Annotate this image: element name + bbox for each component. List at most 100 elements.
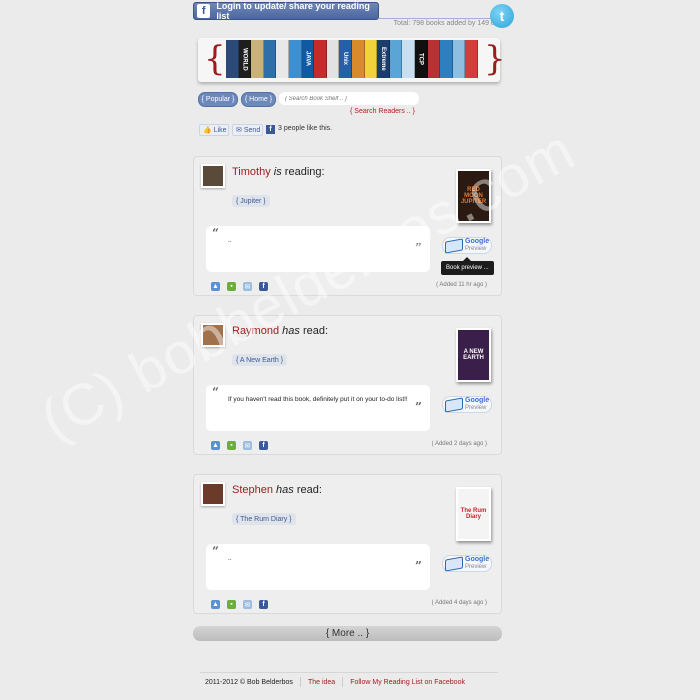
avatar[interactable] <box>201 164 225 188</box>
send-label: Send <box>243 126 261 134</box>
book-spine <box>351 40 365 78</box>
book-spine <box>326 40 340 78</box>
added-time: ( Added 2 days ago ) <box>431 441 487 447</box>
send-button[interactable]: ✉ Send <box>232 124 263 136</box>
book-spine: Extreme <box>377 40 390 78</box>
google-preview-button[interactable]: Google Preview <box>442 396 492 413</box>
book-cover-title: The Rum Diary <box>460 508 487 520</box>
facebook-icon: f <box>266 125 275 134</box>
left-brace: { <box>204 39 226 79</box>
footer-separator <box>299 677 301 687</box>
open-book-icon <box>445 555 463 572</box>
search-readers-link[interactable]: { Search Readers .. } <box>350 108 415 115</box>
book-spine <box>226 40 239 78</box>
book-cover[interactable]: A NEW EARTH <box>456 328 491 382</box>
book-spine: JAVA <box>301 40 315 78</box>
avatar[interactable] <box>201 323 225 347</box>
open-quote: “ <box>212 544 219 558</box>
reader-name[interactable]: Timothy <box>232 166 271 178</box>
book-spine <box>402 40 415 78</box>
comment-icon[interactable]: ▪ <box>227 282 236 291</box>
header-divider <box>379 18 497 19</box>
mail-icon[interactable]: ✉ <box>243 441 252 450</box>
facebook-icon: f <box>197 4 211 18</box>
reading-status: Stephen has read: <box>232 484 322 496</box>
send-icon: ✉ <box>236 127 242 134</box>
close-quote: ” <box>415 400 422 414</box>
book-spine: WORLD <box>238 40 252 78</box>
post-action-icons: ▲ ▪ ✉ f <box>211 282 268 291</box>
added-time: ( Added 11 hr ago ) <box>436 282 487 288</box>
follow-facebook-link[interactable]: Follow My Reading List on Facebook <box>350 679 465 686</box>
facebook-login-button[interactable]: f Login to update/ share your reading li… <box>193 1 379 21</box>
twitter-icon[interactable]: t <box>490 4 514 28</box>
book-title-tag[interactable]: { The Rum Diary } <box>232 513 296 525</box>
book-spine <box>288 40 302 78</box>
book-cover[interactable]: The Rum Diary <box>456 487 491 541</box>
book-title-tag[interactable]: { Jupiter } <box>232 195 270 207</box>
book-spine: TCP <box>414 40 428 78</box>
google-preview-label: Google Preview <box>465 238 490 252</box>
thumbs-up-icon[interactable]: ▲ <box>211 600 220 609</box>
reading-status: Raymond has read: <box>232 325 328 337</box>
reading-verb: is <box>273 166 282 178</box>
thumbs-up-icon[interactable]: ▲ <box>211 441 220 450</box>
like-button[interactable]: 👍 Like <box>199 124 229 136</box>
more-button[interactable]: { More .. } <box>193 626 502 641</box>
post-action-icons: ▲ ▪ ✉ f <box>211 441 268 450</box>
bookshelf-spines: WORLD JAVA Unix Extreme TCP <box>226 40 478 78</box>
reader-name[interactable]: Stephen <box>232 484 273 496</box>
footer-separator <box>342 677 344 687</box>
comment-text: .. <box>228 555 232 562</box>
close-quote: ” <box>415 559 422 573</box>
mail-icon[interactable]: ✉ <box>243 282 252 291</box>
google-preview-button[interactable]: Google Preview <box>442 555 492 572</box>
book-spine <box>427 40 441 78</box>
like-label: Like <box>213 126 227 134</box>
popular-button[interactable]: { Popular } <box>198 92 238 107</box>
book-title-tag[interactable]: { A New Earth } <box>232 354 288 366</box>
added-time: ( Added 4 days ago ) <box>431 600 487 606</box>
book-spine <box>276 40 289 78</box>
home-button[interactable]: { Home } <box>241 92 276 107</box>
thumbs-up-icon: 👍 <box>203 127 212 134</box>
comment-box: “ If you haven't read this book, definit… <box>206 385 430 431</box>
comment-icon[interactable]: ▪ <box>227 441 236 450</box>
reading-verb: has <box>276 484 294 496</box>
comment-icon[interactable]: ▪ <box>227 600 236 609</box>
open-book-icon <box>445 237 463 254</box>
book-cover-title: RED MOON JUPITER <box>460 187 487 205</box>
book-spine <box>263 40 277 78</box>
facebook-share-icon[interactable]: f <box>259 600 268 609</box>
google-preview-label: Google Preview <box>465 556 490 570</box>
open-book-icon <box>445 396 463 413</box>
avatar[interactable] <box>201 482 225 506</box>
book-spine <box>465 40 478 78</box>
book-spine <box>251 40 264 78</box>
book-spine <box>440 40 453 78</box>
facebook-share-icon[interactable]: f <box>259 282 268 291</box>
comment-text: .. <box>228 237 232 244</box>
google-preview-label: Google Preview <box>465 397 490 411</box>
mail-icon[interactable]: ✉ <box>243 600 252 609</box>
open-quote: “ <box>212 385 219 399</box>
thumbs-up-icon[interactable]: ▲ <box>211 282 220 291</box>
facebook-share-icon[interactable]: f <box>259 441 268 450</box>
comment-box: “ .. ” <box>206 544 430 590</box>
search-bookshelf-input[interactable] <box>279 92 419 105</box>
post-action-icons: ▲ ▪ ✉ f <box>211 600 268 609</box>
book-spine <box>452 40 466 78</box>
book-cover[interactable]: RED MOON JUPITER <box>456 169 491 223</box>
likes-count-text: 3 people like this. <box>278 125 333 132</box>
right-brace: } <box>484 39 506 79</box>
close-quote: ” <box>415 241 422 255</box>
book-spine: Unix <box>339 40 352 78</box>
the-idea-link[interactable]: The idea <box>308 679 335 686</box>
reading-action: reading: <box>284 166 325 178</box>
reading-verb: has <box>282 325 300 337</box>
footer: 2011-2012 © Bob Belderbos The idea Follo… <box>205 677 465 687</box>
footer-divider <box>200 672 498 673</box>
reading-action: read: <box>302 325 329 337</box>
reader-name[interactable]: Raymond <box>232 325 279 337</box>
google-preview-button[interactable]: Google Preview <box>442 237 492 254</box>
